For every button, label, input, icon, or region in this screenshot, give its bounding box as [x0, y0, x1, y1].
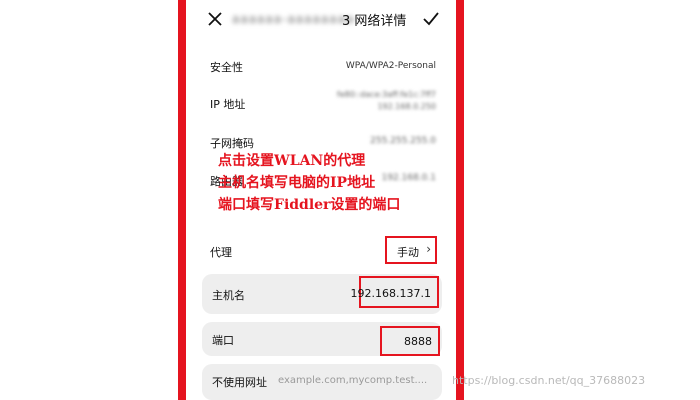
router-value: 192.168.0.1 — [381, 173, 436, 183]
network-name: aaaaaa-aaaaaaaa- — [232, 12, 359, 26]
close-icon[interactable] — [206, 10, 224, 28]
page-title: 3 网络详情 — [342, 14, 407, 29]
annotation-line-2: 主机名填写电脑的IP地址 — [218, 175, 376, 191]
annotation-line-3: 端口填写Fiddler设置的端口 — [218, 197, 401, 213]
proxy-mode-selector[interactable]: 手动 › — [385, 236, 437, 264]
bypass-placeholder: example.com,mycomp.test.... — [278, 375, 428, 386]
proxy-label: 代理 — [210, 246, 232, 259]
phone-screen: aaaaaa-aaaaaaaa- 3 网络详情 安全性 WPA/WPA2-Per… — [186, 0, 456, 400]
hostname-field[interactable]: 主机名 192.168.137.1 — [202, 274, 442, 314]
security-value: WPA/WPA2-Personal — [345, 61, 436, 71]
port-input[interactable]: 8888 — [380, 326, 440, 356]
port-label: 端口 — [212, 334, 234, 347]
bypass-field[interactable]: 不使用网址 example.com,mycomp.test.... — [202, 364, 442, 400]
chevron-right-icon: › — [426, 242, 431, 256]
hostname-value: 192.168.137.1 — [350, 287, 431, 300]
hostname-label: 主机名 — [212, 289, 245, 302]
ip-value-ipv6: fe80::dace:3aff:fe1c:7ff7 — [336, 90, 436, 99]
port-value: 8888 — [404, 335, 432, 348]
top-bar: aaaaaa-aaaaaaaa- 3 网络详情 — [186, 0, 456, 38]
bypass-label: 不使用网址 — [212, 376, 267, 389]
hostname-input[interactable]: 192.168.137.1 — [351, 276, 439, 308]
security-label: 安全性 — [210, 61, 243, 74]
annotation-line-1: 点击设置WLAN的代理 — [218, 153, 366, 169]
annotation-frame-left — [178, 0, 186, 400]
proxy-mode-value: 手动 — [397, 246, 419, 259]
port-field[interactable]: 端口 8888 — [202, 322, 442, 356]
check-icon[interactable] — [422, 10, 440, 28]
annotation-frame-right — [456, 0, 464, 400]
watermark: https://blog.csdn.net/qq_37688023 — [452, 374, 646, 387]
subnet-label: 子网掩码 — [210, 137, 254, 150]
subnet-value: 255.255.255.0 — [370, 136, 436, 146]
network-name-blurred: aaaaaa-aaaaaaaa- — [232, 12, 360, 26]
ip-label: IP 地址 — [210, 98, 246, 111]
ip-value-ipv4: 192.168.0.250 — [377, 102, 436, 111]
